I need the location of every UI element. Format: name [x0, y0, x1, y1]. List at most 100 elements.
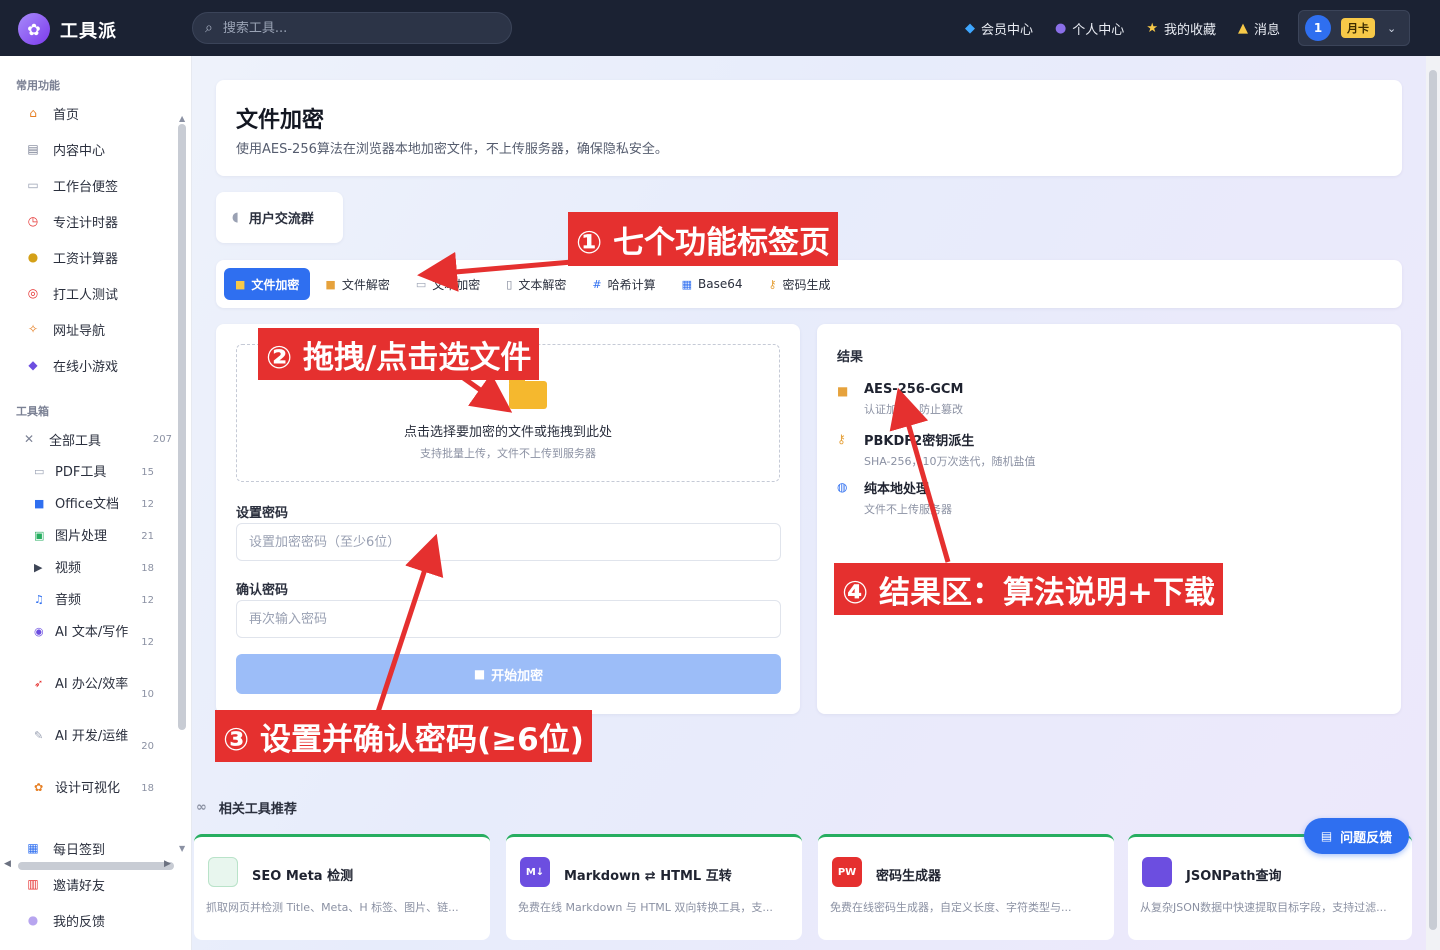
sidebar-item-label: 设计可视化: [55, 781, 121, 796]
sidebar-item-ai-dev[interactable]: ✎ AI 开发/运维 20: [34, 727, 174, 752]
user-menu[interactable]: 1 月卡 ⌄: [1298, 10, 1410, 46]
tab-hash[interactable]: # 哈希计算: [581, 268, 666, 300]
sidebar-item-invite[interactable]: ▥ 邀请好友: [24, 874, 105, 894]
tab-bar: ■ 文件加密 ■ 文件解密 ▭ 文本加密 ▯ 文本解密 # 哈希计算 ▦ Bas…: [216, 260, 1402, 308]
page-scroll-thumb[interactable]: [1429, 70, 1437, 930]
sidebar-item-design[interactable]: ✿ 设计可视化 18: [34, 779, 174, 799]
tab-text-encrypt[interactable]: ▭ 文本加密: [405, 268, 491, 300]
sidebar-item-label: 图片处理: [55, 529, 108, 544]
tab-file-decrypt[interactable]: ■ 文件解密: [314, 268, 400, 300]
sidebar-item-video[interactable]: ▶ 视频 18: [34, 559, 174, 579]
related-card-password-gen[interactable]: PW 密码生成器 免费在线密码生成器，自定义长度、字符类型与...: [818, 834, 1114, 940]
sidebar-item-label: AI 办公/效率: [55, 677, 129, 692]
related-card-title: 密码生成器: [876, 869, 942, 884]
key-icon: ⚷: [837, 432, 846, 446]
news-icon: ▤: [27, 142, 39, 156]
folder-icon: [509, 376, 547, 409]
office-icon: ■: [34, 497, 45, 510]
sidebar-item-salary[interactable]: ● 工资计算器: [24, 247, 118, 267]
tab-file-encrypt[interactable]: ■ 文件加密: [224, 268, 311, 300]
sidebar-item-ai-office[interactable]: ➶ AI 办公/效率 10: [34, 675, 174, 700]
lock-icon: ■: [473, 667, 486, 681]
dropzone-sub-text: 支持批量上传，文件不上传到服务器: [420, 447, 596, 460]
scroll-left-icon[interactable]: ◀: [4, 859, 11, 869]
scroll-down-icon[interactable]: ▼: [179, 844, 185, 853]
page-title: 文件加密: [236, 108, 325, 133]
logo-icon[interactable]: ✿: [18, 13, 50, 45]
tab-password-gen[interactable]: ⚷ 密码生成: [757, 268, 841, 300]
globe-icon: ◍: [837, 480, 848, 494]
logo-text[interactable]: 工具派: [60, 17, 117, 43]
page-scrollbar[interactable]: [1426, 56, 1440, 950]
doc-icon: ▭: [415, 277, 427, 291]
sidebar-item-office[interactable]: ■ Office文档 12: [34, 495, 174, 515]
password-icon: PW: [832, 857, 862, 887]
nav-profile[interactable]: ● 个人中心: [1055, 19, 1124, 38]
result-card: 结果 ■ AES-256-GCM 认证加密，防止篡改 ⚷ PBKDF2密钥派生 …: [817, 324, 1401, 714]
tool-count: 15: [141, 467, 154, 478]
sidebar-item-label: Office文档: [55, 497, 119, 512]
sidebar-item-image[interactable]: ▣ 图片处理 21: [34, 527, 174, 547]
nav-vip-label: 会员中心: [980, 22, 1033, 38]
tab-text-decrypt[interactable]: ▯ 文本解密: [495, 268, 577, 300]
search-input[interactable]: [222, 20, 463, 36]
result-item-aes: ■ AES-256-GCM 认证加密，防止篡改: [837, 382, 963, 417]
note-icon: ▭: [27, 178, 39, 192]
confirm-password-field[interactable]: [236, 600, 781, 638]
sidebar-item-audio[interactable]: ♫ 音频 12: [34, 591, 174, 611]
nav-vip[interactable]: ◆ 会员中心: [965, 19, 1033, 38]
sidebar-item-all-tools[interactable]: ✕ 全部工具 207: [20, 429, 176, 449]
nav-messages[interactable]: ▲ 消息: [1238, 19, 1280, 38]
result-item-desc: 文件不上传服务器: [864, 503, 952, 516]
dropzone-main-text: 点击选择要加密的文件或拖拽到此处: [403, 425, 612, 440]
avatar[interactable]: 1: [1305, 15, 1331, 41]
sidebar-hscrollbar[interactable]: [18, 862, 174, 870]
book-icon: ▯: [506, 277, 513, 291]
tab-label: Base64: [697, 277, 743, 291]
sidebar-item-nav[interactable]: ✧ 网址导航: [24, 319, 105, 339]
sidebar-item-home[interactable]: ⌂ 首页: [24, 103, 79, 123]
sidebar-item-label: 在线小游戏: [53, 359, 119, 375]
tab-base64[interactable]: ▦ Base64: [671, 268, 754, 300]
sidebar-item-worker-test[interactable]: ◎ 打工人测试: [24, 283, 118, 303]
sidebar-scrollbar[interactable]: [178, 124, 186, 730]
sidebar-item-label: 首页: [53, 107, 80, 123]
target-icon: ◎: [27, 286, 39, 300]
password-field[interactable]: [236, 523, 781, 561]
scroll-up-icon[interactable]: ▲: [179, 114, 185, 123]
sidebar-item-label: AI 文本/写作: [55, 625, 129, 640]
nav-favorites[interactable]: ★ 我的收藏: [1146, 19, 1216, 38]
sidebar-item-label: 我的反馈: [53, 914, 106, 930]
feedback-button[interactable]: ▤ 问题反馈: [1304, 818, 1409, 854]
lock-icon: ■: [837, 384, 849, 398]
sidebar-item-checkin[interactable]: ▦ 每日签到: [24, 838, 105, 858]
home-icon: ⌂: [29, 106, 37, 120]
sidebar-item-ai-writing[interactable]: ◉ AI 文本/写作 12: [34, 623, 174, 648]
sidebar-item-feedback[interactable]: ● 我的反馈: [24, 910, 105, 930]
sidebar-item-notes[interactable]: ▭ 工作台便签: [24, 175, 118, 195]
start-encrypt-button[interactable]: ■ 开始加密: [236, 654, 781, 694]
tool-count: 20: [141, 741, 154, 752]
sidebar-item-content[interactable]: ▤ 内容中心: [24, 139, 105, 159]
speech-bubble-icon: ◖: [232, 210, 239, 225]
nav-favorites-label: 我的收藏: [1163, 22, 1216, 38]
sidebar-item-pdf[interactable]: ▭ PDF工具 15: [34, 463, 174, 483]
search-box[interactable]: ⌕: [192, 12, 512, 44]
rocket-icon: ➶: [34, 677, 44, 690]
tools-icon: ✕: [23, 432, 35, 446]
chevron-down-icon[interactable]: ⌄: [1387, 22, 1396, 35]
start-encrypt-label: 开始加密: [491, 668, 544, 684]
nav-profile-label: 个人中心: [1072, 22, 1125, 38]
scroll-right-icon[interactable]: ▶: [164, 859, 171, 869]
related-card-seo[interactable]: SEO Meta 检测 抓取网页并检测 Title、Meta、H 标签、图片、链…: [194, 834, 490, 940]
clipboard-icon: [1142, 857, 1172, 887]
tab-label: 文件解密: [341, 277, 390, 292]
sidebar-item-timer[interactable]: ◷ 专注计时器: [24, 211, 118, 231]
tab-label: 文本解密: [518, 277, 567, 292]
sidebar-item-games[interactable]: ◆ 在线小游戏: [24, 355, 118, 375]
chat-icon: ●: [27, 913, 39, 927]
user-group-button[interactable]: ◖ 用户交流群: [216, 192, 343, 243]
related-tools-label: 相关工具推荐: [218, 802, 297, 817]
related-card-markdown[interactable]: M↓ Markdown ⇄ HTML 互转 免费在线 Markdown 与 HT…: [506, 834, 802, 940]
timer-icon: ◷: [27, 214, 39, 228]
